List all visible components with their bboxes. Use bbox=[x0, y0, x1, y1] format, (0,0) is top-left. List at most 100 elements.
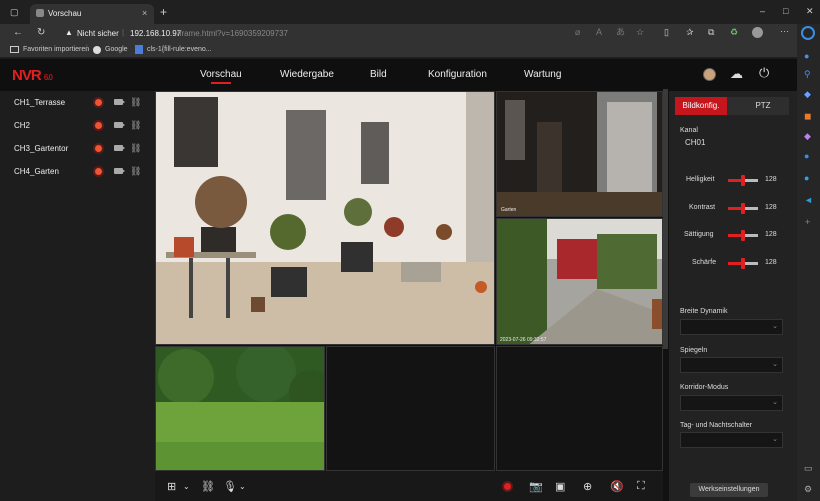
mirror-select[interactable]: ⌄ bbox=[680, 357, 783, 373]
favorites-bar: Favoriten importieren | Google cls-1{fil… bbox=[0, 42, 797, 58]
nav-wiedergabe[interactable]: Wiedergabe bbox=[280, 69, 334, 80]
tab-actions-icon[interactable]: ▢ bbox=[10, 8, 19, 17]
channel-item[interactable]: CH1_Terrasse ⛓ bbox=[0, 91, 155, 113]
snapshot-icon[interactable]: 📷 bbox=[529, 480, 543, 493]
more-icon[interactable]: ··· bbox=[780, 27, 789, 36]
nav-bild[interactable]: Bild bbox=[370, 69, 387, 80]
ptz-icon[interactable]: ⛓ bbox=[130, 97, 141, 108]
sidebar-skype-icon[interactable]: ● bbox=[804, 174, 809, 183]
microphone-chevron-icon[interactable]: ⌄ bbox=[239, 482, 246, 491]
channel-item[interactable]: CH2 ⛓ bbox=[0, 114, 155, 136]
url-host[interactable]: 192.168.10.97 bbox=[130, 29, 181, 38]
fullscreen-icon[interactable]: ⛶ bbox=[637, 480, 645, 493]
favorite-google[interactable]: Google bbox=[105, 46, 128, 53]
day-night-select[interactable]: ⌄ bbox=[680, 432, 783, 448]
back-icon[interactable]: ← bbox=[13, 28, 23, 38]
camera-icon[interactable] bbox=[114, 99, 125, 105]
tab-bildkonfig[interactable]: Bildkonfig. bbox=[675, 97, 727, 115]
text-size-icon[interactable]: A bbox=[596, 28, 602, 37]
panel-tabs: Bildkonfig. PTZ bbox=[675, 97, 789, 115]
address-bar: ← ↻ ▲ Nicht sicher | 192.168.10.97 /fram… bbox=[0, 24, 797, 42]
ptz-control-icon[interactable]: ⛓ bbox=[201, 480, 215, 493]
microphone-icon[interactable]: 🎙 bbox=[223, 480, 237, 493]
video-tile-ch2[interactable]: Garten bbox=[496, 91, 663, 217]
translate-icon[interactable]: あ bbox=[616, 28, 625, 37]
favorite-import[interactable]: Favoriten importieren bbox=[23, 46, 89, 53]
nav-vorschau[interactable]: Vorschau bbox=[200, 69, 242, 80]
tab-close-icon[interactable]: × bbox=[142, 8, 147, 18]
corridor-mode-select[interactable]: ⌄ bbox=[680, 395, 783, 411]
sidebar-send-icon[interactable]: ◄ bbox=[804, 196, 813, 205]
sidebar-games-icon[interactable]: ◆ bbox=[804, 132, 811, 141]
record-icon[interactable] bbox=[95, 145, 102, 152]
minimize-icon[interactable]: – bbox=[760, 7, 765, 16]
close-window-icon[interactable]: ✕ bbox=[806, 7, 814, 16]
slider-knob[interactable] bbox=[741, 230, 746, 241]
security-label[interactable]: Nicht sicher bbox=[77, 29, 119, 38]
slider-value: 128 bbox=[765, 259, 777, 266]
reload-icon[interactable]: ↻ bbox=[37, 28, 45, 38]
sidebar-add-icon[interactable]: + bbox=[805, 218, 810, 227]
record-all-icon[interactable] bbox=[504, 483, 511, 490]
read-aloud-icon[interactable]: ⌀ bbox=[575, 28, 580, 37]
zoom-icon[interactable]: ⊕ bbox=[583, 480, 592, 493]
camera-icon[interactable] bbox=[114, 122, 125, 128]
tab-ptz[interactable]: PTZ bbox=[737, 97, 789, 115]
mute-icon[interactable]: 🔇 bbox=[610, 480, 624, 493]
browser-tab[interactable]: Vorschau × bbox=[30, 4, 154, 24]
record-video-icon[interactable]: ▣ bbox=[555, 480, 565, 493]
favorites-icon[interactable]: ✰ bbox=[686, 28, 694, 37]
sidebar-outlook-icon[interactable]: ● bbox=[804, 152, 809, 161]
extension-icon[interactable]: ♻ bbox=[730, 28, 738, 37]
nav-konfiguration[interactable]: Konfiguration bbox=[428, 69, 487, 80]
ptz-icon[interactable]: ⛓ bbox=[130, 120, 141, 131]
ptz-icon[interactable]: ⛓ bbox=[130, 166, 141, 177]
sidebar-search-icon[interactable]: ⚲ bbox=[804, 70, 811, 79]
favorite-star-icon[interactable]: ☆ bbox=[636, 28, 644, 37]
ptz-icon[interactable]: ⛓ bbox=[130, 143, 141, 154]
favorite-file[interactable]: cls-1{fill-rule:eveno... bbox=[147, 46, 212, 53]
maximize-icon[interactable]: □ bbox=[783, 7, 788, 16]
camera-icon[interactable] bbox=[114, 145, 125, 151]
copilot-icon[interactable] bbox=[801, 26, 815, 40]
sidebar-office-icon[interactable]: ◼ bbox=[804, 112, 811, 121]
split-screen-icon[interactable]: ▯ bbox=[664, 28, 669, 37]
collections-icon[interactable]: ⧉ bbox=[708, 28, 714, 37]
sidebar-settings-icon[interactable]: ⚙ bbox=[804, 485, 812, 494]
record-icon[interactable] bbox=[95, 99, 102, 106]
sharpness-slider[interactable] bbox=[728, 258, 758, 269]
channel-item[interactable]: CH3_Gartentor ⛓ bbox=[0, 137, 155, 159]
wdr-select[interactable]: ⌄ bbox=[680, 319, 783, 335]
slider-knob[interactable] bbox=[741, 203, 746, 214]
layout-icon[interactable]: ⊞ bbox=[167, 480, 176, 493]
slider-knob[interactable] bbox=[741, 258, 746, 269]
camera-icon[interactable] bbox=[114, 168, 125, 174]
dropdown-label: Korridor-Modus bbox=[680, 384, 729, 391]
nav-wartung[interactable]: Wartung bbox=[524, 69, 561, 80]
profile-avatar[interactable] bbox=[752, 27, 763, 38]
factory-reset-button[interactable]: Werkseinstellungen bbox=[690, 483, 768, 497]
video-tile-ch4[interactable] bbox=[155, 346, 325, 471]
video-tile-ch1[interactable] bbox=[155, 91, 495, 345]
brightness-slider[interactable] bbox=[728, 175, 758, 186]
new-tab-icon[interactable]: + bbox=[160, 6, 167, 18]
record-icon[interactable] bbox=[95, 122, 102, 129]
cloud-download-icon[interactable]: ☁ bbox=[730, 66, 743, 82]
kanal-label: Kanal bbox=[680, 127, 698, 134]
video-tile-empty[interactable] bbox=[496, 346, 663, 471]
channel-item[interactable]: CH4_Garten ⛓ bbox=[0, 160, 155, 182]
sidebar-layout-icon[interactable]: ▭ bbox=[804, 464, 813, 473]
power-icon[interactable]: ⏻ bbox=[759, 65, 769, 81]
user-avatar[interactable] bbox=[703, 68, 716, 81]
layout-chevron-icon[interactable]: ⌄ bbox=[183, 482, 190, 491]
video-tile-ch3[interactable]: 2023-07-26 09:32:57 bbox=[496, 218, 663, 345]
contrast-slider[interactable] bbox=[728, 203, 758, 214]
saturation-slider[interactable] bbox=[728, 230, 758, 241]
record-icon[interactable] bbox=[95, 168, 102, 175]
url-path[interactable]: /frame.html?v=1690359209737 bbox=[177, 29, 288, 38]
sidebar-tools-icon[interactable]: ◆ bbox=[804, 90, 811, 99]
slider-knob[interactable] bbox=[741, 175, 746, 186]
sidebar-shopping-icon[interactable]: ● bbox=[804, 52, 809, 61]
panel-scrollbar[interactable] bbox=[663, 89, 668, 349]
video-tile-empty[interactable] bbox=[326, 346, 495, 471]
